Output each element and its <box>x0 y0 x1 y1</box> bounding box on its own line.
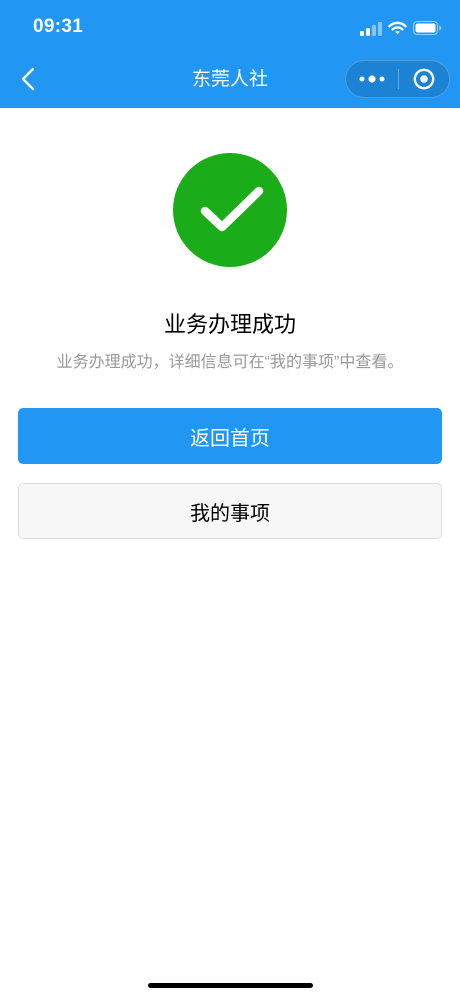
more-button[interactable] <box>346 61 398 97</box>
chevron-left-icon <box>21 67 35 91</box>
capsule-menu <box>345 60 450 98</box>
back-home-button[interactable]: 返回首页 <box>18 408 442 464</box>
battery-icon <box>413 21 442 35</box>
home-indicator <box>148 983 313 988</box>
wifi-icon <box>388 21 407 35</box>
target-circle-icon <box>413 68 435 90</box>
more-dots-icon <box>359 75 385 83</box>
close-button[interactable] <box>399 61 449 97</box>
signal-icon <box>360 22 382 36</box>
top-bar: 09:31 东莞人社 <box>0 0 460 108</box>
result-title: 业务办理成功 <box>163 312 296 337</box>
my-items-button[interactable]: 我的事项 <box>18 483 442 539</box>
back-button[interactable] <box>10 60 46 98</box>
result-description: 业务办理成功，详细信息可在“我的事项”中查看。 <box>56 354 404 371</box>
success-check-icon <box>173 153 287 267</box>
status-time: 09:31 <box>33 16 84 37</box>
page-title: 东莞人社 <box>191 69 268 90</box>
